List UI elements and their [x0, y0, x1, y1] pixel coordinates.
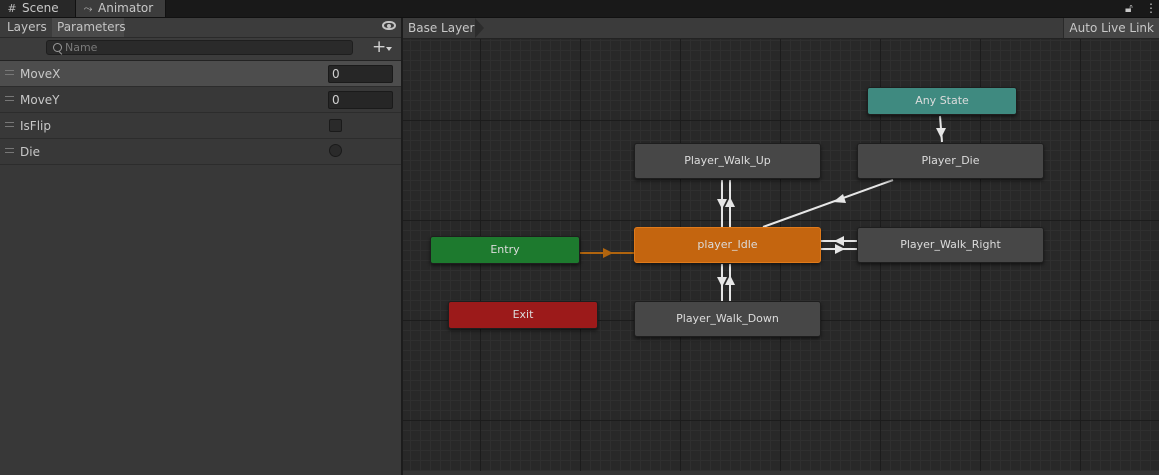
drag-handle-icon[interactable]	[5, 96, 14, 101]
state-player-die[interactable]: Player_Die	[857, 143, 1044, 179]
tab-parameters[interactable]: Parameters	[52, 18, 126, 37]
search-input[interactable]	[65, 41, 345, 54]
hash-icon: #	[7, 2, 17, 15]
parameter-row-movex[interactable]: MoveX 0	[0, 61, 401, 87]
search-icon	[53, 43, 62, 52]
parameter-name: Die	[20, 145, 40, 159]
transition-idle-to-die[interactable]	[762, 179, 894, 228]
parameter-name: MoveY	[20, 93, 60, 107]
tab-scene[interactable]: # Scene	[0, 0, 76, 17]
chevron-down-icon	[386, 47, 392, 51]
search-row: +	[0, 38, 401, 61]
transition-idle-walkdown[interactable]	[717, 264, 735, 301]
transition-idle-walkup[interactable]	[717, 180, 735, 227]
parameter-bool-checkbox[interactable]	[329, 119, 342, 132]
lock-icon[interactable]: 🔓︎	[1125, 0, 1133, 17]
tab-animator-label: Animator	[98, 1, 154, 15]
parameter-name: MoveX	[20, 67, 61, 81]
transition-any-to-die[interactable]	[936, 115, 946, 143]
tab-layers[interactable]: Layers	[2, 18, 52, 37]
parameter-row-isflip[interactable]: IsFlip	[0, 113, 401, 139]
panel-tabs: Layers Parameters	[0, 18, 401, 38]
parameter-trigger-radio[interactable]	[329, 144, 342, 157]
transition-idle-walkright[interactable]	[821, 236, 857, 254]
parameter-row-die[interactable]: Die	[0, 139, 401, 165]
parameter-float-field[interactable]: 0	[328, 65, 393, 83]
state-player-walk-right[interactable]: Player_Walk_Right	[857, 227, 1044, 263]
drag-handle-icon[interactable]	[5, 122, 14, 127]
animator-graph[interactable]: Base Layer Auto Live Link Any State Play…	[403, 18, 1159, 475]
transition-entry-to-idle[interactable]	[579, 248, 634, 258]
tab-scene-label: Scene	[22, 1, 59, 15]
parameter-float-field[interactable]: 0	[328, 91, 393, 109]
state-player-walk-up[interactable]: Player_Walk_Up	[634, 143, 821, 179]
parameter-name: IsFlip	[20, 119, 51, 133]
window-tab-bar: # Scene ⤳ Animator 🔓︎ ⋮	[0, 0, 1159, 18]
drag-handle-icon[interactable]	[5, 70, 14, 75]
state-entry[interactable]: Entry	[430, 236, 580, 264]
state-player-walk-down[interactable]: Player_Walk_Down	[634, 301, 821, 337]
parameter-row-movey[interactable]: MoveY 0	[0, 87, 401, 113]
graph-bottom-bar	[403, 471, 1159, 475]
state-player-idle[interactable]: player_Idle	[634, 227, 821, 263]
eye-icon[interactable]	[382, 21, 396, 30]
state-exit[interactable]: Exit	[448, 301, 598, 329]
search-field[interactable]	[46, 40, 353, 55]
drag-handle-icon[interactable]	[5, 148, 14, 153]
animator-icon: ⤳	[83, 2, 93, 15]
add-parameter-button[interactable]: +	[372, 39, 398, 56]
parameters-panel: Layers Parameters + MoveX 0 MoveY 0 IsFl…	[0, 18, 403, 475]
state-any-state[interactable]: Any State	[867, 87, 1017, 115]
tab-animator[interactable]: ⤳ Animator	[76, 0, 166, 17]
kebab-menu-icon[interactable]: ⋮	[1145, 0, 1157, 17]
